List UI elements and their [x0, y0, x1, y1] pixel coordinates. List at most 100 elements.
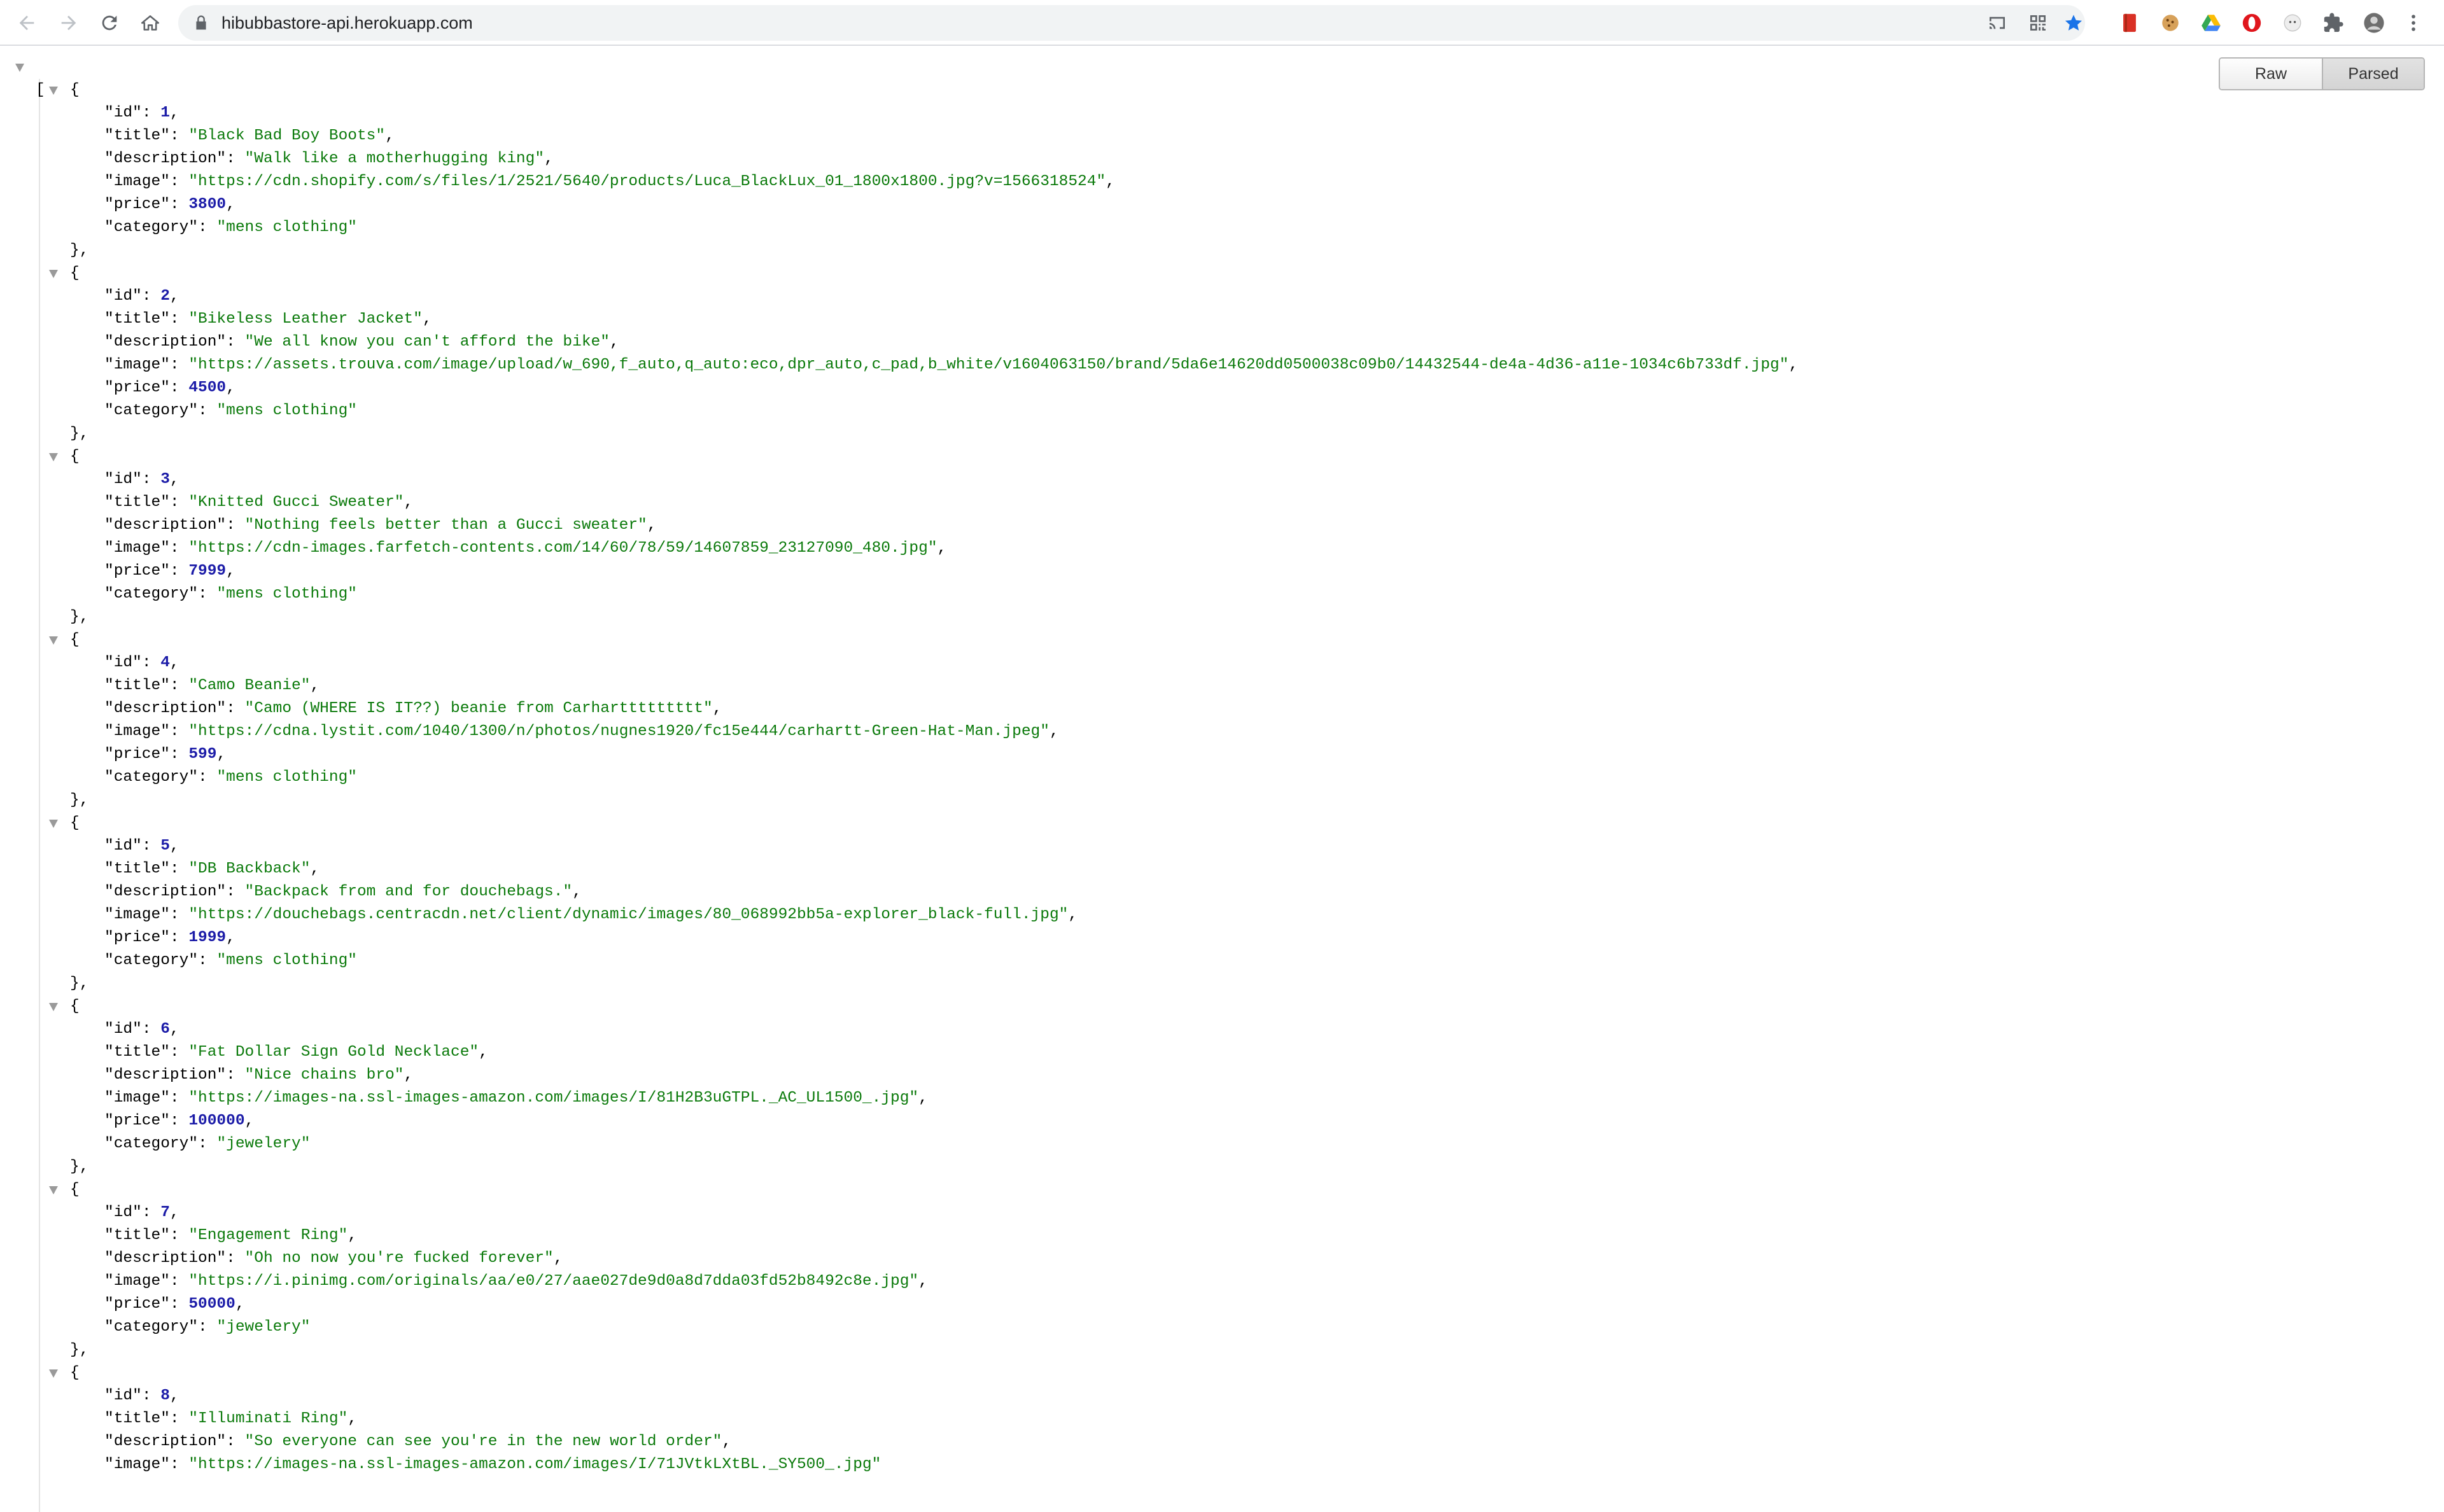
collapse-toggle[interactable]: [49, 1369, 58, 1378]
json-object: "id": 6, "title": "Fat Dollar Sign Gold N…: [0, 1018, 2444, 1156]
json-field-image: "image": "https://cdna.lystit.com/1040/1…: [104, 723, 1059, 740]
back-arrow-icon: [19, 15, 34, 31]
json-key: "category": [104, 402, 199, 419]
json-value-category: "jewelery": [216, 1135, 311, 1152]
json-field-description: "description": "Camo (WHERE IS IT??) bea…: [104, 700, 722, 717]
json-field-title: "title": "Camo Beanie",: [104, 677, 320, 694]
red-book-extension-icon[interactable]: [2117, 10, 2142, 36]
json-key: "image": [104, 906, 170, 923]
brace-open: {: [70, 998, 80, 1015]
json-object-open: {: [0, 1362, 2444, 1385]
json-key: "price": [104, 1296, 170, 1313]
json-key: "description": [104, 883, 227, 900]
json-field-title: "title": "Fat Dollar Sign Gold Necklace"…: [104, 1044, 488, 1061]
root-array-open: [: [0, 56, 2444, 99]
json-value-image: "https://cdna.lystit.com/1040/1300/n/pho…: [188, 723, 1050, 740]
json-field-price: "price": 50000,: [104, 1296, 245, 1313]
address-bar[interactable]: hibubbastore-api.herokuapp.com: [178, 5, 2085, 41]
json-object-close: },: [70, 242, 89, 259]
json-field-id: "id": 2,: [104, 288, 179, 305]
profile-avatar-icon[interactable]: [2361, 10, 2387, 36]
collapse-toggle[interactable]: [49, 270, 58, 278]
ghost-extension-icon[interactable]: [2280, 10, 2305, 36]
json-field-price: "price": 4500,: [104, 379, 235, 396]
json-field-image: "image": "https://images-na.ssl-images-a…: [104, 1089, 928, 1107]
json-field-price: "price": 599,: [104, 746, 227, 763]
json-field-title: "title": "DB Backback",: [104, 860, 320, 878]
json-value-id: 5: [160, 837, 170, 855]
home-button[interactable]: [136, 9, 164, 37]
json-key: "price": [104, 746, 170, 763]
brace-open: {: [70, 815, 80, 832]
json-value-title: "DB Backback": [188, 860, 311, 878]
json-key: "title": [104, 127, 170, 144]
puzzle-extensions-icon[interactable]: [2321, 10, 2346, 36]
json-field-description: "description": "Nothing feels better tha…: [104, 517, 657, 534]
url-text[interactable]: hibubbastore-api.herokuapp.com: [221, 5, 473, 41]
json-key: "image": [104, 723, 170, 740]
bookmark-star-icon[interactable]: [2063, 13, 2084, 33]
json-field-title: "title": "Knitted Gucci Sweater",: [104, 494, 414, 511]
json-field-title: "title": "Engagement Ring",: [104, 1227, 357, 1244]
cookie-extension-icon[interactable]: [2158, 10, 2183, 36]
json-value-description: "Oh no now you're fucked forever": [244, 1250, 554, 1267]
json-value-title: "Black Bad Boy Boots": [188, 127, 386, 144]
json-value-image: "https://assets.trouva.com/image/upload/…: [188, 356, 1789, 374]
home-icon: [141, 15, 160, 31]
json-object-open: {: [0, 629, 2444, 652]
lock-icon[interactable]: [192, 14, 210, 32]
json-value-image: "https://images-na.ssl-images-amazon.com…: [188, 1456, 881, 1473]
json-value-id: 3: [160, 471, 170, 488]
json-key: "id": [104, 104, 142, 122]
collapse-toggle[interactable]: [15, 64, 24, 72]
json-key: "image": [104, 173, 170, 190]
collapse-toggle[interactable]: [49, 453, 58, 461]
json-field-title: "title": "Black Bad Boy Boots",: [104, 127, 395, 144]
json-key: "category": [104, 585, 199, 603]
json-value-image: "https://images-na.ssl-images-amazon.com…: [188, 1089, 919, 1107]
json-value-category: "mens clothing": [216, 219, 357, 236]
back-button[interactable]: [13, 9, 41, 37]
json-key: "image": [104, 1456, 170, 1473]
brace-open: {: [70, 448, 80, 465]
json-field-image: "image": "https://cdn-images.farfetch-co…: [104, 540, 947, 557]
json-key: "category": [104, 1319, 199, 1336]
json-value-description: "Nice chains bro": [244, 1067, 404, 1084]
forward-arrow-icon: [61, 15, 76, 31]
json-key: "id": [104, 837, 142, 855]
json-value-price: 7999: [188, 563, 227, 580]
json-field-description: "description": "Walk like a motherhuggin…: [104, 150, 554, 167]
json-value-title: "Illuminati Ring": [188, 1410, 348, 1427]
json-field-title: "title": "Bikeless Leather Jacket",: [104, 311, 432, 328]
qr-code-icon[interactable]: [2028, 13, 2048, 33]
json-key: "price": [104, 379, 170, 396]
cast-icon[interactable]: [1987, 13, 2007, 33]
json-field-id: "id": 8,: [104, 1387, 179, 1404]
json-field-title: "title": "Illuminati Ring",: [104, 1410, 357, 1427]
json-value-description: "We all know you can't afford the bike": [244, 333, 610, 351]
json-key: "description": [104, 700, 227, 717]
collapse-toggle[interactable]: [49, 87, 58, 95]
json-field-category: "category": "mens clothing": [104, 219, 357, 236]
json-items: { "id": 1, "title": "Black Bad Boy Boots",…: [0, 79, 2444, 1476]
json-value-id: 4: [160, 654, 170, 671]
json-field-id: "id": 6,: [104, 1021, 179, 1038]
google-drive-icon[interactable]: [2198, 10, 2224, 36]
forward-button[interactable]: [55, 9, 83, 37]
reload-button[interactable]: [95, 9, 123, 37]
opera-extension-icon[interactable]: [2239, 10, 2265, 36]
json-field-category: "category": "jewelery": [104, 1319, 311, 1336]
json-field-image: "image": "https://assets.trouva.com/imag…: [104, 356, 1799, 374]
json-object: "id": 1, "title": "Black Bad Boy Boots", "…: [0, 102, 2444, 239]
json-key: "id": [104, 471, 142, 488]
json-object-open: {: [0, 995, 2444, 1018]
kebab-menu-icon[interactable]: [2401, 10, 2426, 36]
json-object-open: {: [0, 262, 2444, 285]
collapse-toggle[interactable]: [49, 1186, 58, 1194]
json-object: "id": 2, "title": "Bikeless Leather Jacke…: [0, 285, 2444, 423]
collapse-toggle[interactable]: [49, 636, 58, 645]
collapse-toggle[interactable]: [49, 1003, 58, 1011]
json-value-image: "https://douchebags.centracdn.net/client…: [188, 906, 1069, 923]
collapse-toggle[interactable]: [49, 820, 58, 828]
json-field-price: "price": 7999,: [104, 563, 235, 580]
